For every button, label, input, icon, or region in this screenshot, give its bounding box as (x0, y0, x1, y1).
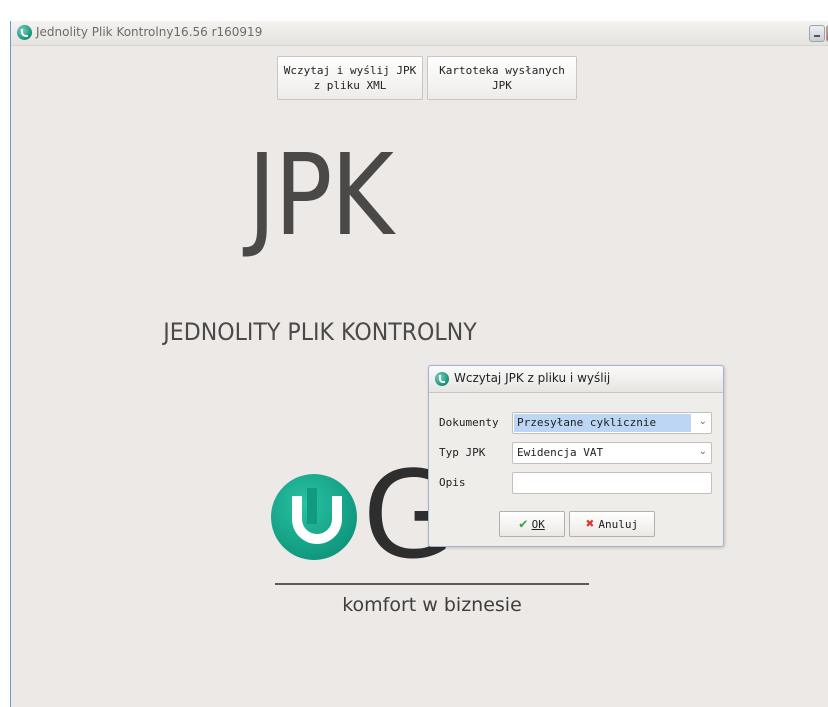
sent-jpk-history-label-line1: Kartoteka wysłanych (439, 64, 565, 77)
x-icon: ✖ (585, 516, 595, 532)
app-logo-icon (17, 25, 32, 40)
jpk-banner-title: JPK (247, 131, 394, 261)
load-jpk-dialog: Wczytaj JPK z pliku i wyślij Dokumenty P… (428, 365, 724, 547)
ok-button[interactable]: ✔ OK (499, 511, 565, 537)
ok-button-label: OK (531, 517, 545, 531)
logo-j-gap (307, 488, 317, 524)
title-bar[interactable]: Jednolity Plik Kontrolny16.56 r160919 (11, 21, 828, 46)
dialog-title: Wczytaj JPK z pliku i wyślij (454, 371, 611, 385)
load-send-xml-button[interactable]: Wczytaj i wyślij JPK z pliku XML (277, 56, 423, 100)
logo-j-shape (292, 496, 342, 544)
logo-divider (275, 583, 589, 585)
description-label: Opis (439, 476, 466, 489)
documents-select-value: Przesyłane cyklicznie (514, 414, 691, 432)
company-logo-mark (271, 474, 357, 560)
cancel-button-label: Anuluj (598, 517, 639, 531)
load-send-xml-label-line2: z pliku XML (313, 79, 387, 92)
load-send-xml-label-line1: Wczytaj i wyślij JPK (283, 64, 417, 77)
minimize-button[interactable] (809, 25, 825, 42)
documents-select[interactable]: Przesyłane cyklicznie ⌄ (512, 412, 712, 434)
main-window: Jednolity Plik Kontrolny16.56 r160919 Wc… (10, 21, 828, 707)
description-input-value (514, 474, 709, 492)
description-input[interactable] (512, 472, 712, 494)
window-title: Jednolity Plik Kontrolny16.56 r160919 (36, 25, 263, 39)
sent-jpk-history-button[interactable]: Kartoteka wysłanych JPK (427, 56, 577, 100)
jpk-type-select-value: Ewidencja VAT (517, 446, 604, 459)
documents-label: Dokumenty (439, 416, 499, 429)
dialog-title-bar[interactable]: Wczytaj JPK z pliku i wyślij (429, 366, 723, 393)
company-tagline: komfort w biznesie (342, 594, 522, 616)
sent-jpk-history-label-line2: JPK (492, 79, 512, 92)
jpk-banner-subtitle: JEDNOLITY PLIK KONTROLNY (163, 318, 477, 346)
chevron-down-icon[interactable]: ⌄ (699, 446, 707, 457)
jpk-type-select[interactable]: Ewidencja VAT ⌄ (512, 442, 712, 464)
check-icon: ✔ (519, 516, 528, 532)
jpk-type-label: Typ JPK (439, 446, 486, 459)
app-logo-icon (435, 372, 449, 386)
chevron-down-icon[interactable]: ⌄ (699, 416, 707, 427)
cancel-button[interactable]: ✖ Anuluj (569, 511, 655, 537)
